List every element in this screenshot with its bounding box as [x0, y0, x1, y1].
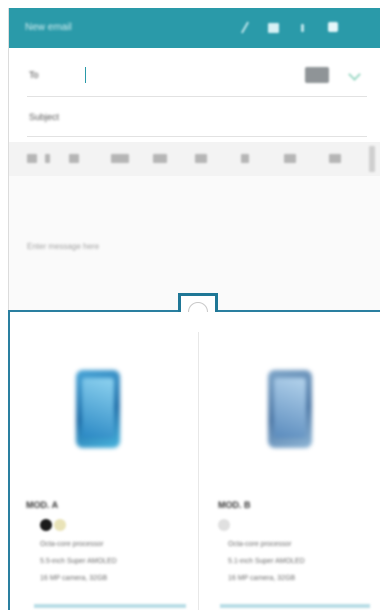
- product-card[interactable]: MOD. A Octa-core processor 5.5-inch Supe…: [18, 312, 198, 610]
- body-placeholder: Enter message here: [27, 242, 100, 251]
- product-name: MOD. A: [26, 500, 59, 510]
- phone-image: [76, 370, 120, 448]
- send-icon[interactable]: [327, 21, 340, 34]
- text-color-icon[interactable]: [69, 154, 79, 163]
- bold-italic-icon[interactable]: [153, 154, 167, 163]
- text-cursor: [85, 67, 86, 83]
- buy-button[interactable]: [34, 604, 186, 608]
- product-card[interactable]: MOD. B Octa-core processor 5.1-inch Supe…: [210, 312, 380, 610]
- scroll-handle[interactable]: [369, 146, 375, 172]
- align-icon[interactable]: [241, 154, 249, 163]
- highlight-icon[interactable]: [111, 154, 129, 163]
- subject-placeholder: Subject: [29, 112, 60, 122]
- gallery-icon[interactable]: [296, 21, 309, 34]
- drafts-icon[interactable]: [267, 21, 280, 34]
- subject-field[interactable]: Subject: [9, 96, 380, 136]
- email-compose-window: New email To Subject Enter message here: [8, 8, 380, 310]
- spec-line: 16 MP camera, 32GB: [228, 575, 296, 582]
- color-swatch-white[interactable]: [218, 519, 230, 531]
- product-name: MOD. B: [218, 500, 251, 510]
- spec-line: 16 MP camera, 32GB: [40, 575, 108, 582]
- spec-line: Octa-core processor: [228, 541, 292, 548]
- spec-line: Octa-core processor: [40, 541, 104, 548]
- dropdown-icon[interactable]: [45, 154, 50, 163]
- to-label: To: [29, 70, 39, 80]
- divider: [27, 136, 367, 137]
- contacts-button[interactable]: [305, 67, 329, 83]
- color-swatch-gold[interactable]: [54, 519, 66, 531]
- font-size-icon[interactable]: [27, 154, 37, 163]
- recipient-row[interactable]: To: [9, 48, 380, 96]
- app-bar: New email: [9, 8, 380, 48]
- phone-image: [268, 370, 312, 448]
- format-toolbar: [9, 142, 380, 176]
- message-body[interactable]: Enter message here: [9, 176, 380, 310]
- indent-icon[interactable]: [329, 154, 341, 163]
- spec-line: 5.5-inch Super AMOLED: [40, 558, 117, 565]
- list-icon[interactable]: [284, 154, 296, 163]
- attach-icon[interactable]: [239, 21, 252, 34]
- app-title: New email: [25, 22, 72, 33]
- spec-line: 5.1-inch Super AMOLED: [228, 558, 305, 565]
- column-divider: [198, 332, 199, 610]
- buy-button[interactable]: [220, 604, 370, 608]
- chevron-down-icon[interactable]: [347, 68, 361, 82]
- color-swatch-black[interactable]: [40, 519, 52, 531]
- underline-icon[interactable]: [195, 154, 207, 163]
- product-compare-window: MOD. A Octa-core processor 5.5-inch Supe…: [8, 312, 380, 610]
